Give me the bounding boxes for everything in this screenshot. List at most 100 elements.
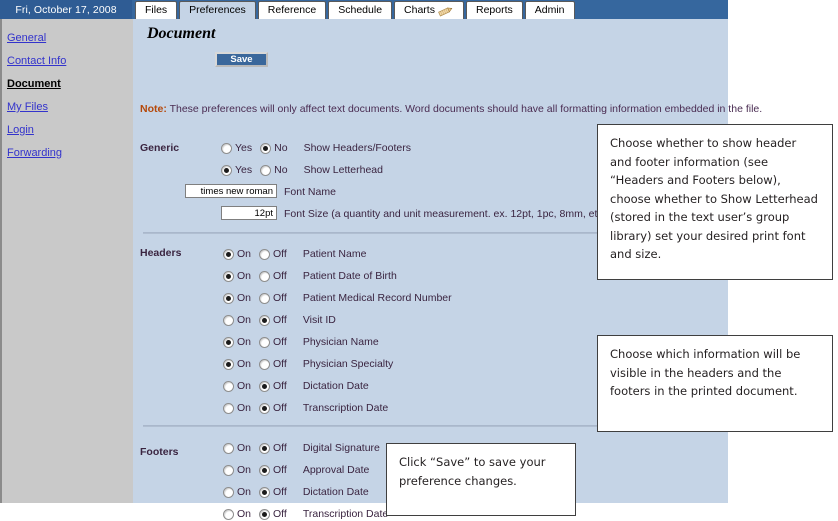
page-title: Document <box>147 25 216 42</box>
radio-label-off: Off <box>273 402 287 414</box>
radio-headers-row-7-off[interactable] <box>259 402 271 414</box>
callout-headers-footers: Choose which information will be visible… <box>597 335 833 432</box>
tab-strip: Fri, October 17, 2008 Files Preferences Re… <box>0 0 575 19</box>
radio-headers-row-7-on[interactable] <box>223 402 234 414</box>
radio-label-on: On <box>237 442 252 454</box>
radio-headers-row-1-on[interactable] <box>223 270 234 282</box>
note-keyword: Note: <box>140 103 167 115</box>
radio-generic-row-1-yes[interactable] <box>221 164 232 176</box>
font-name-input[interactable] <box>185 184 277 198</box>
radio-label-off: Off <box>273 486 287 498</box>
tab-schedule[interactable]: Schedule <box>328 1 393 19</box>
sidebar-item-document[interactable]: Document <box>7 78 61 90</box>
footers-row-3: On Off Transcription Date <box>223 507 388 521</box>
current-date-label: Fri, October 17, 2008 <box>0 0 133 19</box>
generic-row-label: Show Letterhead <box>303 164 383 176</box>
radio-headers-row-4-off[interactable] <box>259 336 271 348</box>
headers-row-label: Patient Date of Birth <box>302 270 397 282</box>
radio-label-on: On <box>237 380 252 392</box>
pencil-icon <box>438 6 454 17</box>
radio-label-on: On <box>237 270 252 282</box>
radio-label-on: On <box>237 402 252 414</box>
headers-row-1: On Off Patient Date of Birth <box>223 269 397 283</box>
headers-row-6: On Off Dictation Date <box>223 379 369 393</box>
font-size-input[interactable] <box>221 206 277 220</box>
radio-headers-row-2-on[interactable] <box>223 292 234 304</box>
footers-row-label: Digital Signature <box>302 442 380 454</box>
radio-label-off: Off <box>273 380 287 392</box>
radio-headers-row-3-on[interactable] <box>223 314 234 326</box>
footers-row-label: Dictation Date <box>302 486 369 498</box>
tab-label: Files <box>145 4 168 17</box>
sidebar-item-login[interactable]: Login <box>7 124 34 136</box>
radio-footers-row-0-off[interactable] <box>259 442 271 454</box>
footers-row-label: Transcription Date <box>302 508 389 520</box>
radio-label-off: Off <box>273 314 287 326</box>
footers-row-2: On Off Dictation Date <box>223 485 369 499</box>
radio-headers-row-5-on[interactable] <box>223 358 234 370</box>
sidebar-item-my-files[interactable]: My Files <box>7 101 48 113</box>
radio-generic-row-1-no[interactable] <box>260 164 272 176</box>
radio-label-off: Off <box>273 336 287 348</box>
sidebar-item-general[interactable]: General <box>7 32 46 44</box>
radio-headers-row-0-on[interactable] <box>223 248 234 260</box>
tab-preferences[interactable]: Preferences <box>179 1 256 19</box>
generic-row-label: Show Headers/Footers <box>303 142 411 154</box>
radio-generic-row-0-no[interactable] <box>260 142 272 154</box>
save-button[interactable]: Save <box>215 52 268 67</box>
tab-label: Preferences <box>189 4 246 17</box>
radio-footers-row-0-on[interactable] <box>223 442 234 454</box>
radio-headers-row-6-on[interactable] <box>223 380 234 392</box>
radio-label-yes: Yes <box>235 164 253 176</box>
radio-label-off: Off <box>273 248 287 260</box>
radio-footers-row-2-on[interactable] <box>223 486 234 498</box>
radio-footers-row-2-off[interactable] <box>259 486 271 498</box>
tab-reports[interactable]: Reports <box>465 1 523 19</box>
tab-label: Reference <box>267 4 317 17</box>
radio-footers-row-1-off[interactable] <box>259 464 271 476</box>
radio-headers-row-3-off[interactable] <box>259 314 271 326</box>
radio-headers-row-0-off[interactable] <box>259 248 271 260</box>
radio-label-off: Off <box>273 442 287 454</box>
sidebar-item-forwarding[interactable]: Forwarding <box>7 147 62 159</box>
radio-headers-row-5-off[interactable] <box>259 358 271 370</box>
headers-row-5: On Off Physician Specialty <box>223 357 393 371</box>
radio-label-on: On <box>237 248 252 260</box>
radio-footers-row-1-on[interactable] <box>223 464 234 476</box>
radio-generic-row-0-yes[interactable] <box>221 142 232 154</box>
radio-label-off: Off <box>273 292 287 304</box>
preferences-sidebar: General Contact Info Document My Files Login… <box>2 19 133 503</box>
radio-label-on: On <box>237 292 252 304</box>
headers-row-label: Dictation Date <box>302 380 369 392</box>
radio-label-yes: Yes <box>235 142 253 154</box>
radio-headers-row-4-on[interactable] <box>223 336 234 348</box>
headers-row-7: On Off Transcription Date <box>223 401 388 415</box>
radio-label-off: Off <box>273 358 287 370</box>
radio-label-no: No <box>274 142 288 154</box>
tab-admin[interactable]: Admin <box>524 1 575 19</box>
tab-files[interactable]: Files <box>135 1 178 19</box>
headers-row-4: On Off Physician Name <box>223 335 379 349</box>
sidebar-item-contact-info[interactable]: Contact Info <box>7 55 66 67</box>
callout-save: Click “Save” to save your preference cha… <box>386 443 576 516</box>
headers-row-label: Patient Medical Record Number <box>302 292 452 304</box>
section-label-generic: Generic <box>140 142 180 154</box>
headers-row-3: On Off Visit ID <box>223 313 336 327</box>
radio-headers-row-1-off[interactable] <box>259 270 271 282</box>
tab-label: Admin <box>534 4 565 17</box>
section-label-headers: Headers <box>140 247 182 259</box>
tab-reference[interactable]: Reference <box>257 1 327 19</box>
footers-row-1: On Off Approval Date <box>223 463 369 477</box>
headers-row-0: On Off Patient Name <box>223 247 366 261</box>
generic-row-1: Yes No Show Letterhead <box>221 163 383 177</box>
font-name-label: Font Name <box>284 186 336 198</box>
tab-charts[interactable]: Charts <box>394 1 464 19</box>
radio-label-on: On <box>237 464 252 476</box>
tab-label: Charts <box>404 4 435 17</box>
radio-headers-row-6-off[interactable] <box>259 380 271 392</box>
headers-row-label: Transcription Date <box>302 402 389 414</box>
section-label-footers: Footers <box>140 446 179 458</box>
radio-label-on: On <box>237 314 252 326</box>
radio-label-on: On <box>237 336 252 348</box>
radio-headers-row-2-off[interactable] <box>259 292 271 304</box>
